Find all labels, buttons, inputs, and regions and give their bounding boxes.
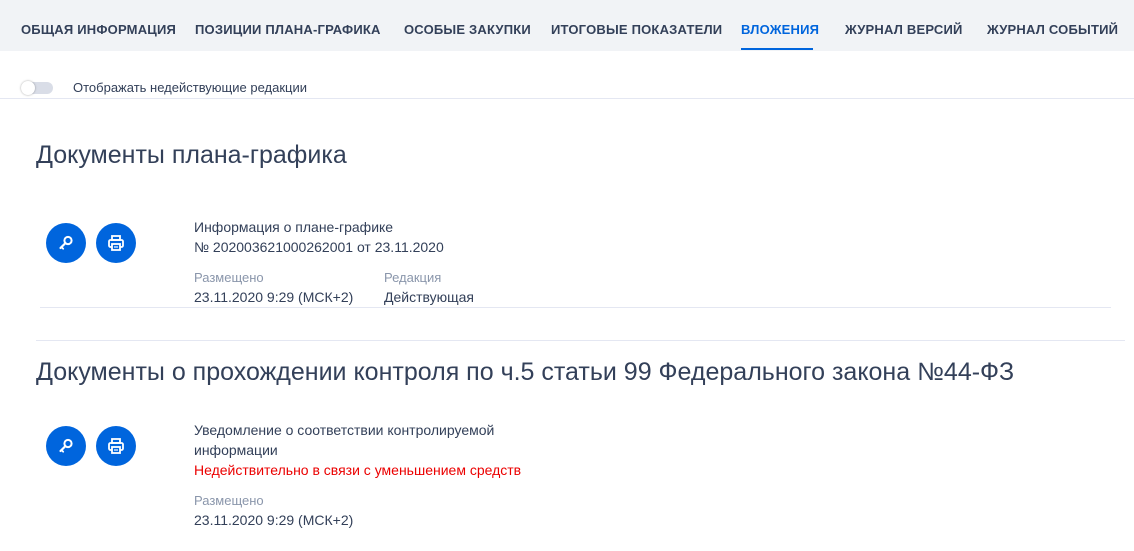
search-key-icon bbox=[59, 235, 73, 250]
tab-attachments[interactable]: ВЛОЖЕНИЯ bbox=[741, 22, 819, 37]
toggle-row: Отображать недействующие редакции bbox=[0, 51, 1134, 99]
tab-event-log[interactable]: ЖУРНАЛ СОБЫТИЙ bbox=[987, 22, 1118, 37]
document-title-line2: информации bbox=[194, 442, 278, 458]
print-document-button[interactable] bbox=[96, 426, 136, 466]
tab-special-purchases[interactable]: ОСОБЫЕ ЗАКУПКИ bbox=[404, 22, 531, 37]
printer-icon bbox=[108, 235, 124, 251]
posted-label: Размещено bbox=[194, 270, 264, 285]
show-inactive-toggle[interactable] bbox=[21, 81, 53, 95]
edition-value: Действующая bbox=[384, 289, 475, 305]
view-document-button[interactable] bbox=[46, 426, 86, 466]
document-title-line1: Уведомление о соответствии контролируемо… bbox=[194, 422, 495, 438]
active-tab-indicator bbox=[741, 48, 813, 50]
posted-value: 23.11.2020 9:29 (МСК+2) bbox=[194, 289, 354, 305]
view-document-button[interactable] bbox=[46, 223, 86, 263]
tab-version-log[interactable]: ЖУРНАЛ ВЕРСИЙ bbox=[845, 22, 963, 37]
toggle-knob bbox=[21, 81, 35, 95]
document-title-line2: № 202003621000262001 от 23.11.2020 bbox=[194, 239, 444, 255]
tab-general-info[interactable]: ОБЩАЯ ИНФОРМАЦИЯ bbox=[21, 22, 176, 37]
document-title[interactable]: Уведомление о соответствии контролируемо… bbox=[194, 420, 521, 480]
section-divider bbox=[36, 340, 1125, 341]
document-divider bbox=[40, 307, 1111, 308]
tabs-bar: ОБЩАЯ ИНФОРМАЦИЯ ПОЗИЦИИ ПЛАНА-ГРАФИКА О… bbox=[0, 0, 1134, 51]
document-title[interactable]: Информация о плане-графике № 20200362100… bbox=[194, 217, 444, 257]
section-title-control-documents: Документы о прохождении контроля по ч.5 … bbox=[36, 358, 1015, 386]
print-document-button[interactable] bbox=[96, 223, 136, 263]
printer-icon bbox=[108, 438, 124, 454]
search-key-icon bbox=[59, 438, 73, 453]
show-inactive-label: Отображать недействующие редакции bbox=[73, 80, 308, 95]
posted-label: Размещено bbox=[194, 493, 264, 508]
section-title-plan-documents: Документы плана-графика bbox=[36, 141, 347, 169]
tab-plan-positions[interactable]: ПОЗИЦИИ ПЛАНА-ГРАФИКА bbox=[195, 22, 381, 37]
tab-summary-indicators[interactable]: ИТОГОВЫЕ ПОКАЗАТЕЛИ bbox=[551, 22, 722, 37]
edition-label: Редакция bbox=[384, 270, 442, 285]
document-title-line1: Информация о плане-графике bbox=[194, 219, 394, 235]
posted-value: 23.11.2020 9:29 (МСК+2) bbox=[194, 512, 354, 528]
document-status: Недействительно в связи с уменьшением ср… bbox=[194, 462, 522, 478]
